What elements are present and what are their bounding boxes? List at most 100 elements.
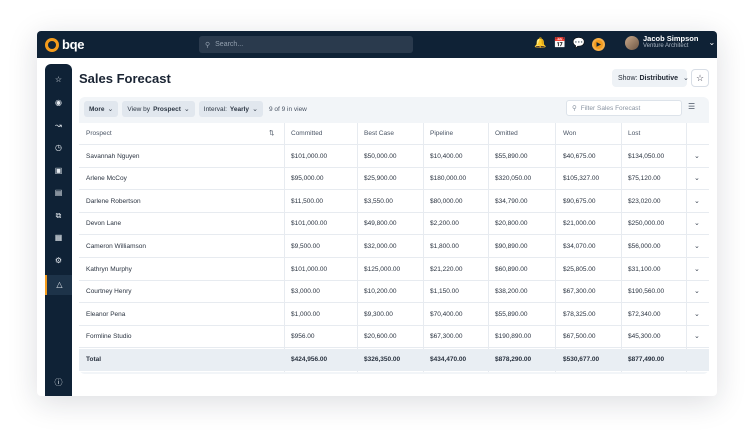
show-dropdown[interactable]: Show: Distributive ⌄ [612, 69, 689, 87]
amount-cell: $2,200.00 [430, 220, 459, 228]
amount-cell: $20,600.00 [364, 333, 397, 341]
amount-cell: $180,000.00 [430, 175, 467, 183]
table-row[interactable]: Devon Lane $101,000.00 $49,800.00 $2,200.00… [79, 213, 709, 236]
amount-cell: $10,200.00 [364, 288, 397, 296]
expand-row-chevron-icon[interactable]: ⌄ [694, 236, 700, 258]
total-amount: $434,470.00 [430, 356, 467, 363]
briefcase-icon[interactable]: ▣ [45, 164, 72, 178]
sort-icon[interactable]: ⇅ [269, 123, 274, 145]
table-row[interactable]: Courtney Henry $3,000.00 $10,200.00 $1,150.… [79, 281, 709, 304]
calendar-icon[interactable]: 📅 [553, 37, 565, 51]
chevron-down-icon: ⌄ [682, 75, 689, 82]
table-settings-icon[interactable]: ☰ [688, 102, 695, 111]
amount-cell: $21,220.00 [430, 265, 463, 273]
column-header-omitted[interactable]: Omitted [495, 123, 518, 145]
total-amount: $878,290.00 [495, 356, 532, 363]
amount-cell: $23,020.00 [628, 197, 661, 205]
amount-cell: $3,550.00 [364, 197, 393, 205]
total-amount: $424,956.00 [291, 356, 328, 363]
help-icon[interactable]: ⓘ [45, 376, 72, 390]
column-header-lost[interactable]: Lost [628, 123, 640, 145]
copy-icon[interactable]: ⧉ [45, 209, 72, 223]
table-row[interactable]: Formline Studio $956.00 $20,600.00 $67,300.… [79, 326, 709, 349]
amount-cell: $190,560.00 [628, 288, 665, 296]
expand-row-chevron-icon[interactable]: ⌄ [694, 168, 700, 190]
bell-icon[interactable]: 🔔 [534, 37, 546, 51]
expand-row-chevron-icon[interactable]: ⌄ [694, 304, 700, 326]
user-name: Jacob Simpson [643, 34, 699, 43]
column-header-best-case[interactable]: Best Case [364, 123, 394, 145]
amount-cell: $45,300.00 [628, 333, 661, 341]
column-header-committed[interactable]: Committed [291, 123, 322, 145]
view-by-dropdown[interactable]: View by Prospect ⌄ [122, 101, 195, 117]
amount-cell: $3,000.00 [291, 288, 320, 296]
interval-dropdown[interactable]: Interval: Yearly ⌄ [198, 101, 263, 117]
amount-cell: $67,300.00 [563, 288, 596, 296]
amount-cell: $25,900.00 [364, 175, 397, 183]
filter-input[interactable]: ⚲ Filter Sales Forecast [566, 100, 682, 116]
user-menu[interactable]: Jacob Simpson Venture Architect ⌄ [625, 35, 715, 50]
prospect-name: Arlene McCoy [86, 175, 127, 183]
amount-cell: $105,327.00 [563, 175, 600, 183]
expand-row-chevron-icon[interactable]: ⌄ [694, 326, 700, 348]
column-header-won[interactable]: Won [563, 123, 576, 145]
chat-icon[interactable]: 💬 [573, 37, 585, 51]
amount-cell: $55,890.00 [495, 310, 528, 318]
dashboard-icon[interactable]: ◉ [45, 96, 72, 110]
chart-icon[interactable]: ↝ [45, 119, 72, 133]
interval-label: Interval: [203, 105, 227, 113]
amount-cell: $11,500.00 [291, 197, 324, 205]
clock-icon[interactable]: ◷ [45, 141, 72, 155]
table-row[interactable]: Kathryn Murphy $101,000.00 $125,000.00 $21,… [79, 259, 709, 281]
star-icon[interactable]: ☆ [45, 73, 72, 87]
document-icon[interactable]: ▤ [45, 186, 72, 200]
search-icon: ⚲ [205, 41, 211, 49]
amount-cell: $31,100.00 [628, 265, 661, 273]
column-header-prospect[interactable]: Prospect [86, 123, 112, 145]
interval-value: Yearly [229, 105, 250, 113]
amount-cell: $90,890.00 [495, 243, 528, 250]
amount-cell: $10,400.00 [430, 152, 463, 160]
top-navigation-bar: bqe ⚲ Search... 🔔 📅 💬 ▶ Jacob Simpson Ve… [37, 31, 717, 58]
prospect-name: Kathryn Murphy [86, 265, 132, 273]
table-row[interactable]: Arlene McCoy $95,000.00 $25,900.00 $180,000… [79, 168, 709, 191]
timer-play-icon[interactable]: ▶ [592, 37, 606, 51]
expand-row-chevron-icon[interactable]: ⌄ [694, 281, 700, 303]
people-icon[interactable]: ⚙ [45, 254, 72, 268]
expand-row-chevron-icon[interactable]: ⌄ [694, 259, 700, 281]
table-row[interactable]: Darlene Robertson $11,500.00 $3,550.00 $80,… [79, 191, 709, 213]
amount-cell: $90,675.00 [563, 197, 596, 205]
amount-cell: $75,120.00 [628, 175, 661, 183]
table-row[interactable]: Savannah Nguyen $101,000.00 $50,000.00 $10,… [79, 146, 709, 168]
page-title: Sales Forecast [79, 71, 171, 86]
avatar [625, 35, 639, 50]
total-row: Total $424,956.00 $326,350.00 $434,470.00 $8… [79, 349, 709, 371]
amount-cell: $25,805.00 [563, 265, 596, 273]
forecast-panel: More ⌄ View by Prospect ⌄ Interval: Year… [79, 97, 709, 374]
expand-row-chevron-icon[interactable]: ⌄ [694, 191, 700, 213]
total-amount: $530,677.00 [563, 356, 600, 363]
column-header-pipeline[interactable]: Pipeline [430, 123, 453, 145]
table-row[interactable]: Eleanor Pena $1,000.00 $9,300.00 $70,400.00… [79, 304, 709, 326]
amount-cell: $40,675.00 [563, 152, 596, 160]
invoice-icon[interactable]: ▦ [45, 231, 72, 245]
total-amount: $877,490.00 [628, 356, 665, 363]
sales-icon[interactable]: △ [45, 275, 72, 295]
amount-cell: $34,790.00 [495, 197, 528, 205]
chevron-down-icon: ⌄ [252, 106, 258, 113]
search-placeholder: Search... [215, 41, 244, 48]
amount-cell: $72,340.00 [628, 310, 661, 318]
logo-text: bqe [62, 37, 85, 52]
user-role: Venture Architect [643, 43, 689, 49]
global-search-input[interactable]: ⚲ Search... [199, 36, 413, 53]
bqe-logo[interactable]: bqe [45, 37, 85, 52]
amount-cell: $50,000.00 [364, 152, 397, 160]
more-button[interactable]: More ⌄ [84, 101, 119, 117]
prospect-name: Cameron Williamson [86, 243, 146, 250]
expand-row-chevron-icon[interactable]: ⌄ [694, 146, 700, 168]
table-row[interactable]: Cameron Williamson $9,500.00 $32,000.00 $1,… [79, 236, 709, 258]
favorite-star-button[interactable]: ☆ [691, 69, 709, 87]
amount-cell: $320,050.00 [495, 175, 532, 183]
expand-row-chevron-icon[interactable]: ⌄ [694, 213, 700, 235]
chevron-down-icon: ⌄ [183, 106, 190, 113]
